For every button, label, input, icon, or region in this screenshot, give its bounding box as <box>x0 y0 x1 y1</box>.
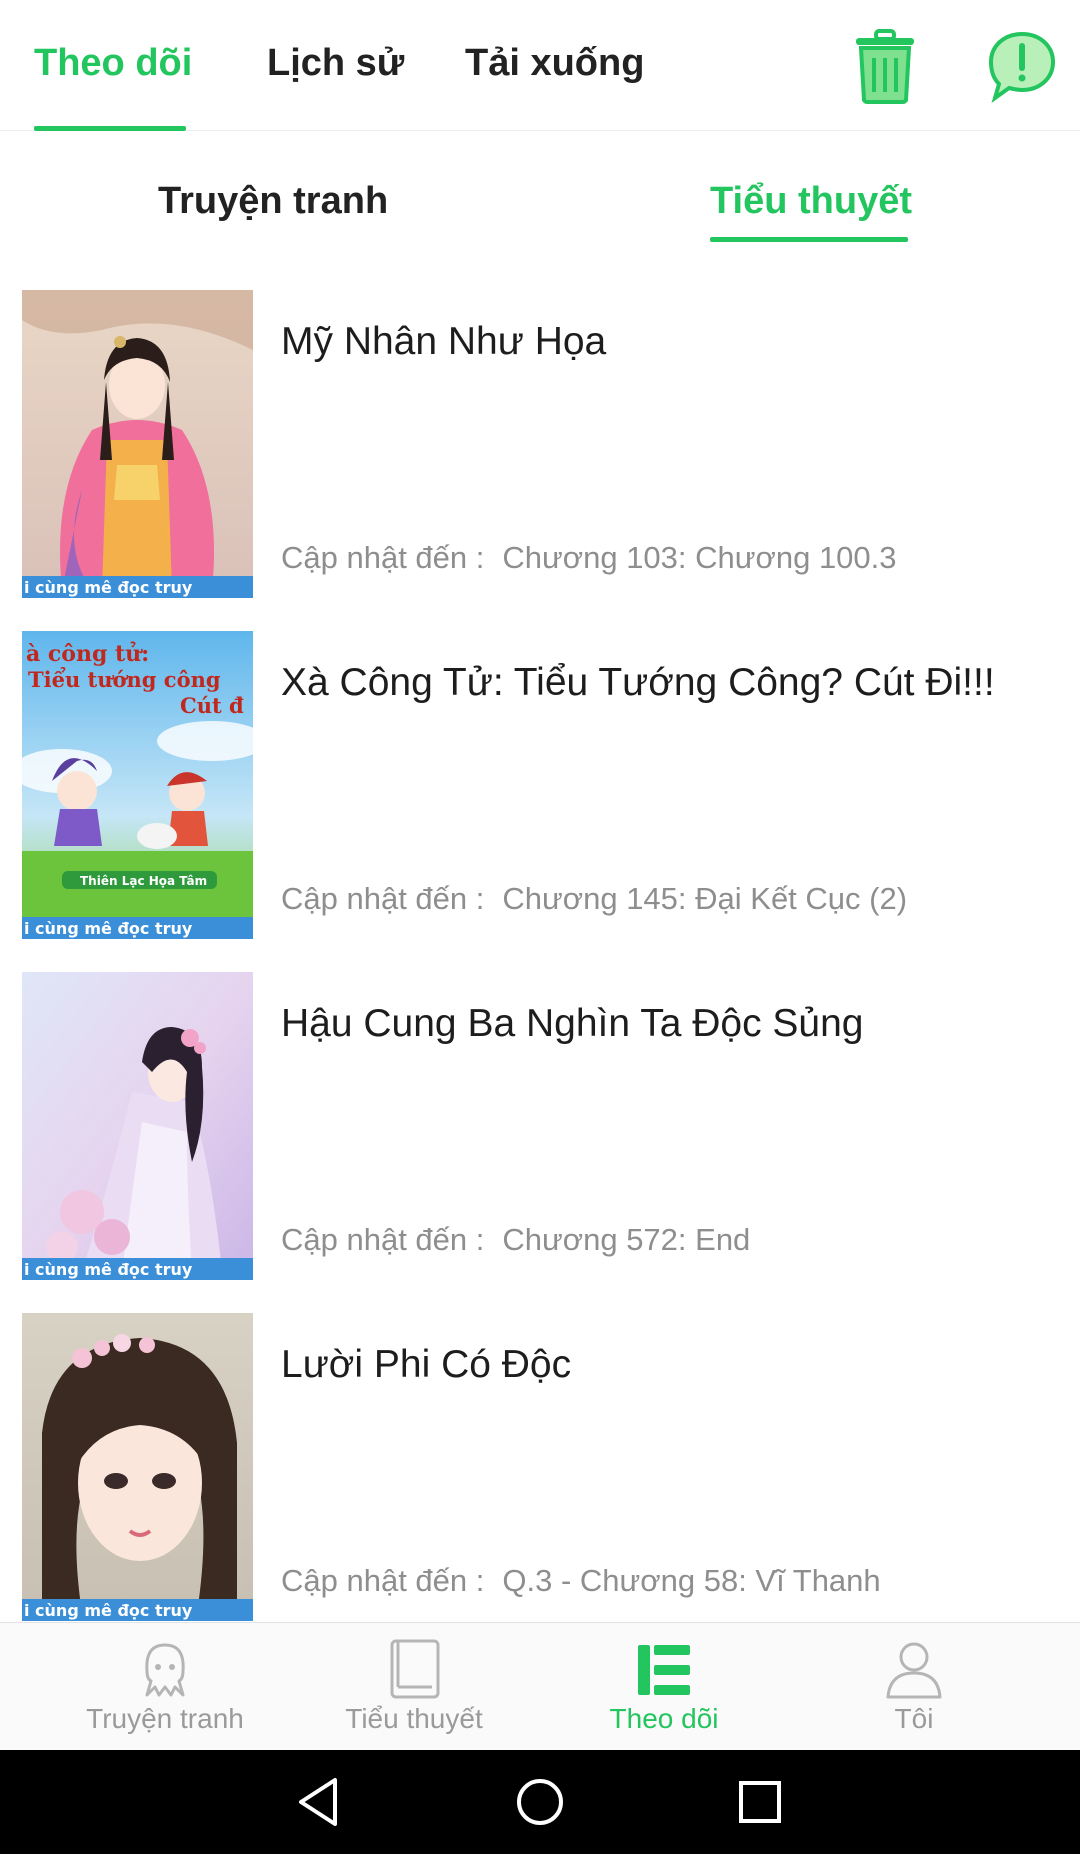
bottom-navigation: Truyện tranh Tiểu thuyết Theo dõi Tôi <box>0 1622 1080 1750</box>
subtab-truyen-tranh[interactable]: Truyện tranh <box>158 180 388 223</box>
list-icon <box>632 1637 696 1701</box>
svg-text:i cùng mê đọc truy: i cùng mê đọc truy <box>24 919 193 938</box>
svg-text:i cùng mê đọc truy: i cùng mê đọc truy <box>24 578 193 597</box>
home-icon[interactable] <box>510 1772 570 1832</box>
nav-label: Tôi <box>894 1703 934 1734</box>
subtab-tieu-thuyet[interactable]: Tiểu thuyết <box>710 180 912 223</box>
nav-label: Theo dõi <box>609 1703 719 1734</box>
nav-toi[interactable]: Tôi <box>789 1623 1039 1751</box>
tab-lich-su[interactable]: Lịch sử <box>267 42 404 85</box>
book-cover: à công tử: Tiểu tướng công Cút đ Thiên L… <box>22 631 253 939</box>
book-title: Mỹ Nhân Như Họa <box>281 320 607 363</box>
followed-books-list[interactable]: i cùng mê đọc truy Mỹ Nhân Như Họa Cập n… <box>0 290 1080 1622</box>
update-chapter: Chương 103: Chương 100.3 <box>502 540 897 575</box>
svg-text:Cút đ: Cút đ <box>180 693 244 718</box>
system-navigation-bar <box>0 1750 1080 1854</box>
update-chapter: Chương 145: Đại Kết Cục (2) <box>502 881 908 916</box>
svg-text:i cùng mê đọc truy: i cùng mê đọc truy <box>24 1601 193 1620</box>
recents-icon[interactable] <box>730 1772 790 1832</box>
trash-icon[interactable] <box>852 28 918 104</box>
book-icon <box>382 1637 446 1701</box>
update-label: Cập nhật đến : <box>281 881 485 916</box>
nav-label: Tiểu thuyết <box>345 1703 483 1734</box>
book-cover: i cùng mê đọc truy <box>22 1313 253 1621</box>
back-icon[interactable] <box>291 1772 351 1832</box>
nav-truyen-tranh[interactable]: Truyện tranh <box>40 1623 290 1751</box>
nav-tieu-thuyet[interactable]: Tiểu thuyết <box>289 1623 539 1751</box>
book-item[interactable]: i cùng mê đọc truy Lười Phi Có Độc Cập n… <box>0 1313 1080 1621</box>
book-title: Hậu Cung Ba Nghìn Ta Độc Sủng <box>281 1002 864 1045</box>
nav-theo-doi[interactable]: Theo dõi <box>539 1623 789 1751</box>
book-cover: i cùng mê đọc truy <box>22 972 253 1280</box>
book-title: Xà Công Tử: Tiểu Tướng Công? Cút Đi!!! <box>281 661 995 704</box>
update-label: Cập nhật đến : <box>281 1563 485 1598</box>
update-label: Cập nhật đến : <box>281 1222 485 1257</box>
update-info: Cập nhật đến : Chương 572: End <box>281 1222 750 1258</box>
svg-text:à công tử:: à công tử: <box>26 641 149 667</box>
book-title: Lười Phi Có Độc <box>281 1343 572 1386</box>
active-subtab-indicator <box>710 237 908 242</box>
update-info: Cập nhật đến : Chương 103: Chương 100.3 <box>281 540 897 576</box>
feedback-alert-icon[interactable] <box>987 28 1057 104</box>
update-chapter: Chương 572: End <box>502 1222 751 1257</box>
svg-text:Tiểu tướng công: Tiểu tướng công <box>28 667 221 692</box>
person-icon <box>882 1637 946 1701</box>
book-item[interactable]: i cùng mê đọc truy Hậu Cung Ba Nghìn Ta … <box>0 972 1080 1280</box>
svg-text:i cùng mê đọc truy: i cùng mê đọc truy <box>24 1260 193 1279</box>
update-chapter: Q.3 - Chương 58: Vĩ Thanh <box>502 1563 881 1598</box>
nav-label: Truyện tranh <box>86 1703 244 1734</box>
update-info: Cập nhật đến : Chương 145: Đại Kết Cục (2… <box>281 881 907 917</box>
octopus-icon <box>133 1637 197 1701</box>
active-tab-indicator <box>34 126 186 131</box>
update-label: Cập nhật đến : <box>281 540 485 575</box>
top-tab-bar: Theo dõi Lịch sử Tải xuống <box>0 0 1080 131</box>
book-item[interactable]: i cùng mê đọc truy Mỹ Nhân Như Họa Cập n… <box>0 290 1080 598</box>
update-info: Cập nhật đến : Q.3 - Chương 58: Vĩ Thanh <box>281 1563 881 1599</box>
svg-text:Thiên Lạc Họa Tâm: Thiên Lạc Họa Tâm <box>80 874 207 888</box>
book-cover: i cùng mê đọc truy <box>22 290 253 598</box>
tab-theo-doi[interactable]: Theo dõi <box>34 42 192 85</box>
tab-tai-xuong[interactable]: Tải xuống <box>465 42 644 85</box>
book-item[interactable]: à công tử: Tiểu tướng công Cút đ Thiên L… <box>0 631 1080 939</box>
